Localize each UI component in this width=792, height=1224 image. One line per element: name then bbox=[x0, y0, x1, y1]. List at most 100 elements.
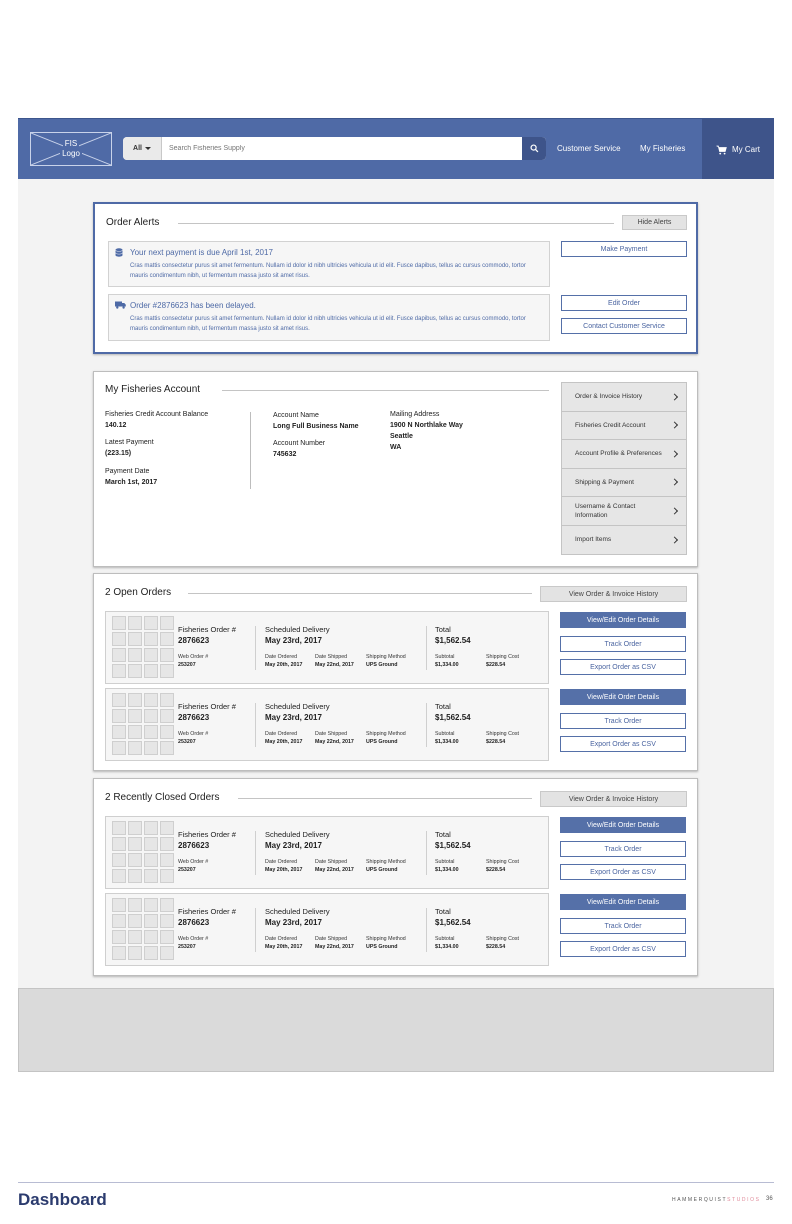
date-ordered-value: May 20th, 2017 bbox=[265, 944, 303, 950]
title-divider bbox=[238, 798, 532, 799]
mailing-address-line3: WA bbox=[390, 444, 402, 451]
subtotal-label: Subtotal bbox=[435, 936, 455, 942]
shipping-method-value: UPS Ground bbox=[366, 739, 398, 745]
side-nav-label: Fisheries Credit Account bbox=[575, 421, 646, 429]
track-order-button[interactable]: Track Order bbox=[560, 918, 686, 934]
order-alerts-title: Order Alerts bbox=[106, 217, 160, 228]
shipping-method-label: Shipping Method bbox=[366, 654, 406, 660]
column-divider bbox=[255, 626, 256, 670]
side-nav-label: Import Items bbox=[575, 536, 612, 544]
date-shipped-label: Date Shipped bbox=[315, 731, 348, 737]
scheduled-delivery-label: Scheduled Delivery bbox=[265, 702, 330, 711]
account-side-nav: Order & Invoice History Fisheries Credit… bbox=[561, 382, 687, 555]
alert-heading: Order #2876623 has been delayed. bbox=[130, 301, 256, 310]
order-number-value[interactable]: 2876623 bbox=[178, 918, 209, 927]
search-icon bbox=[529, 144, 538, 153]
track-order-button[interactable]: Track Order bbox=[560, 636, 686, 652]
view-edit-order-details-button[interactable]: View/Edit Order Details bbox=[560, 612, 686, 628]
view-order-history-button[interactable]: View Order & Invoice History bbox=[540, 791, 687, 807]
shipping-method-value: UPS Ground bbox=[366, 662, 398, 668]
web-order-label: Web Order # bbox=[178, 654, 209, 660]
view-edit-order-details-button[interactable]: View/Edit Order Details bbox=[560, 817, 686, 833]
date-ordered-value: May 20th, 2017 bbox=[265, 739, 303, 745]
product-thumbnails bbox=[112, 821, 174, 884]
date-ordered-value: May 20th, 2017 bbox=[265, 867, 303, 873]
side-nav-username-contact[interactable]: Username & Contact Information bbox=[562, 497, 686, 526]
site-header: FIS Logo All Customer Service My Fisheri… bbox=[18, 118, 774, 180]
alert-body: Cras mattis consectetur purus sit amet f… bbox=[130, 263, 526, 279]
view-edit-order-details-button[interactable]: View/Edit Order Details bbox=[560, 894, 686, 910]
track-order-button[interactable]: Track Order bbox=[560, 841, 686, 857]
chevron-right-icon bbox=[670, 450, 679, 458]
export-order-csv-button[interactable]: Export Order as CSV bbox=[560, 736, 686, 752]
date-shipped-value: May 22nd, 2017 bbox=[315, 662, 354, 668]
web-order-value: 253207 bbox=[178, 662, 196, 668]
shipping-cost-value: $228.54 bbox=[486, 944, 506, 950]
chevron-right-icon bbox=[670, 421, 679, 429]
side-nav-label: Order & Invoice History bbox=[575, 393, 643, 401]
export-order-csv-button[interactable]: Export Order as CSV bbox=[560, 864, 686, 880]
latest-payment-value: (223.15) bbox=[105, 450, 132, 457]
search-button[interactable] bbox=[522, 137, 546, 160]
order-number-value[interactable]: 2876623 bbox=[178, 841, 209, 850]
cart-button[interactable]: My Cart bbox=[702, 119, 774, 180]
date-shipped-label: Date Shipped bbox=[315, 654, 348, 660]
logo-text-line1: FIS bbox=[62, 139, 80, 149]
web-order-label: Web Order # bbox=[178, 731, 209, 737]
date-ordered-label: Date Ordered bbox=[265, 859, 298, 865]
export-order-csv-button[interactable]: Export Order as CSV bbox=[560, 941, 686, 957]
column-divider bbox=[426, 703, 427, 747]
web-order-value: 253207 bbox=[178, 867, 196, 873]
shipping-cost-value: $228.54 bbox=[486, 867, 506, 873]
account-number-value: 745632 bbox=[273, 451, 297, 458]
column-divider bbox=[250, 412, 251, 489]
nav-customer-service[interactable]: Customer Service bbox=[557, 144, 621, 153]
order-number-value[interactable]: 2876623 bbox=[178, 713, 209, 722]
search-scope-dropdown[interactable]: All bbox=[123, 137, 162, 160]
order-number-value[interactable]: 2876623 bbox=[178, 636, 209, 645]
make-payment-button[interactable]: Make Payment bbox=[561, 241, 687, 257]
order-card: Fisheries Order # 2876623 Web Order # 25… bbox=[105, 816, 549, 889]
side-nav-credit-account[interactable]: Fisheries Credit Account bbox=[562, 412, 686, 440]
subtotal-value: $1,334.00 bbox=[435, 867, 459, 873]
alert-order-delayed: Order #2876623 has been delayed. Cras ma… bbox=[108, 294, 550, 341]
total-value: $1,562.54 bbox=[435, 636, 471, 645]
shipping-cost-label: Shipping Cost bbox=[486, 654, 519, 660]
export-order-csv-button[interactable]: Export Order as CSV bbox=[560, 659, 686, 675]
web-order-value: 253207 bbox=[178, 944, 196, 950]
side-nav-shipping-payment[interactable]: Shipping & Payment bbox=[562, 469, 686, 497]
edit-order-button[interactable]: Edit Order bbox=[561, 295, 687, 311]
order-card: Fisheries Order # 2876623 Web Order # 25… bbox=[105, 611, 549, 684]
hide-alerts-button[interactable]: Hide Alerts bbox=[622, 215, 687, 230]
date-shipped-value: May 22nd, 2017 bbox=[315, 944, 354, 950]
product-thumbnails bbox=[112, 898, 174, 961]
total-label: Total bbox=[435, 702, 451, 711]
order-number-label: Fisheries Order # bbox=[178, 830, 236, 839]
date-shipped-value: May 22nd, 2017 bbox=[315, 867, 354, 873]
chevron-right-icon bbox=[670, 393, 679, 401]
web-order-value: 253207 bbox=[178, 739, 196, 745]
logo[interactable]: FIS Logo bbox=[30, 132, 112, 166]
chevron-right-icon bbox=[670, 478, 679, 486]
contact-customer-service-button[interactable]: Contact Customer Service bbox=[561, 318, 687, 334]
view-edit-order-details-button[interactable]: View/Edit Order Details bbox=[560, 689, 686, 705]
truck-icon bbox=[115, 301, 126, 309]
side-nav-order-invoice-history[interactable]: Order & Invoice History bbox=[562, 383, 686, 412]
search-input[interactable] bbox=[169, 137, 509, 160]
scheduled-delivery-value: May 23rd, 2017 bbox=[265, 636, 322, 645]
account-name-label: Account Name bbox=[273, 412, 319, 419]
side-nav-import-items[interactable]: Import Items bbox=[562, 526, 686, 555]
mailing-address-line2: Seattle bbox=[390, 433, 413, 440]
column-divider bbox=[255, 703, 256, 747]
search-scope-label: All bbox=[133, 145, 142, 152]
column-divider bbox=[426, 908, 427, 952]
payment-date-value: March 1st, 2017 bbox=[105, 479, 158, 486]
credit-balance-label: Fisheries Credit Account Balance bbox=[105, 411, 209, 418]
side-nav-profile-preferences[interactable]: Account Profile & Preferences bbox=[562, 440, 686, 469]
page-footer-divider bbox=[18, 1182, 774, 1183]
track-order-button[interactable]: Track Order bbox=[560, 713, 686, 729]
nav-my-fisheries[interactable]: My Fisheries bbox=[640, 144, 685, 153]
view-order-history-button[interactable]: View Order & Invoice History bbox=[540, 586, 687, 602]
order-card: Fisheries Order # 2876623 Web Order # 25… bbox=[105, 688, 549, 761]
order-card: Fisheries Order # 2876623 Web Order # 25… bbox=[105, 893, 549, 966]
